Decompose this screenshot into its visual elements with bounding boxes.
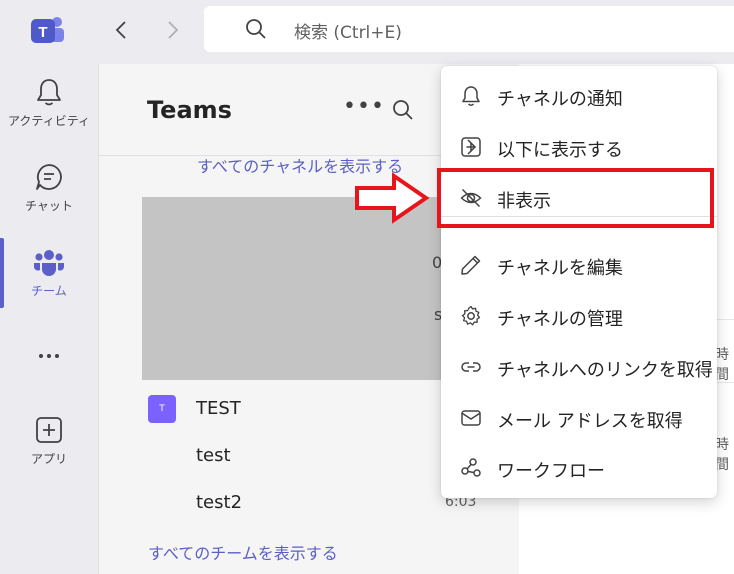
menu-item-channel-notifications[interactable]: チャネルの通知 [441, 74, 717, 118]
channel-item[interactable]: test2 [196, 492, 242, 513]
search-input[interactable]: 検索 (Ctrl+E) [204, 6, 734, 52]
rail-item-more[interactable] [0, 344, 98, 414]
menu-item-label: チャネルを編集 [497, 258, 623, 279]
link-icon [461, 362, 481, 372]
team-name[interactable]: TEST [196, 398, 241, 419]
menu-item-label: チャネルへのリンクを取得 [497, 360, 713, 381]
rail-item-apps[interactable]: アプリ [0, 414, 98, 484]
rail-label: アクティビティ [8, 114, 90, 128]
menu-item-label: メール アドレスを取得 [497, 411, 683, 432]
panel-title: Teams [147, 96, 232, 124]
menu-item-show-in[interactable]: 以下に表示する [441, 125, 717, 169]
rail-item-chat[interactable]: チャット [0, 161, 98, 231]
redacted-block [142, 197, 442, 380]
back-icon[interactable] [110, 18, 134, 42]
app-rail: アクティビティ チャット チーム アプリ [0, 64, 98, 574]
svg-text:T: T [38, 24, 47, 41]
menu-item-get-email[interactable]: メール アドレスを取得 [441, 396, 717, 440]
menu-item-label: ワークフロー [497, 461, 605, 482]
teams-icon [34, 250, 64, 276]
chevron-right-icon [467, 139, 477, 155]
chat-icon [36, 164, 62, 190]
search-icon [246, 19, 266, 39]
more-icon [39, 354, 59, 358]
time-fragment: 時間 [715, 437, 729, 473]
mail-icon [461, 410, 481, 426]
menu-item-label: チャネルの管理 [497, 309, 623, 330]
menu-item-label: チャネルの通知 [497, 89, 623, 110]
menu-item-label: 以下に表示する [497, 140, 623, 161]
bell-icon [37, 79, 61, 106]
rail-item-teams[interactable]: チーム [0, 246, 98, 316]
menu-item-workflow[interactable]: ワークフロー [441, 446, 717, 490]
add-apps-icon [36, 417, 62, 443]
annotation-highlight-box [437, 168, 714, 228]
title-bar: T 検索 (Ctrl+E) [0, 0, 734, 64]
channel-context-menu: チャネルの通知 以下に表示する 非表示 チャネルを編集 チャネルの管理 チャネル… [441, 66, 717, 498]
rail-label: チーム [31, 284, 67, 298]
forward-icon[interactable] [160, 18, 184, 42]
time-fragment: 時間 [715, 347, 729, 383]
more-options-icon[interactable]: ••• [343, 94, 385, 119]
team-avatar: T [148, 395, 176, 423]
channel-item[interactable]: test [196, 445, 231, 466]
teams-logo-icon: T [31, 17, 64, 43]
menu-item-manage-channel[interactable]: チャネルの管理 [441, 294, 717, 338]
rail-item-activity[interactable]: アクティビティ [0, 76, 98, 146]
pencil-icon [461, 255, 481, 275]
rail-label: チャット [25, 199, 73, 213]
gear-icon [461, 305, 481, 326]
show-all-teams-link[interactable]: すべてのチームを表示する [148, 540, 338, 564]
bell-icon [462, 86, 480, 106]
menu-item-edit-channel[interactable]: チャネルを編集 [441, 243, 717, 287]
rail-label: アプリ [30, 452, 67, 466]
workflow-icon [461, 458, 481, 477]
annotation-arrow-icon [355, 172, 430, 224]
search-placeholder: 検索 (Ctrl+E) [294, 23, 402, 43]
search-icon[interactable] [391, 98, 415, 122]
menu-item-get-link[interactable]: チャネルへのリンクを取得 [441, 345, 717, 389]
